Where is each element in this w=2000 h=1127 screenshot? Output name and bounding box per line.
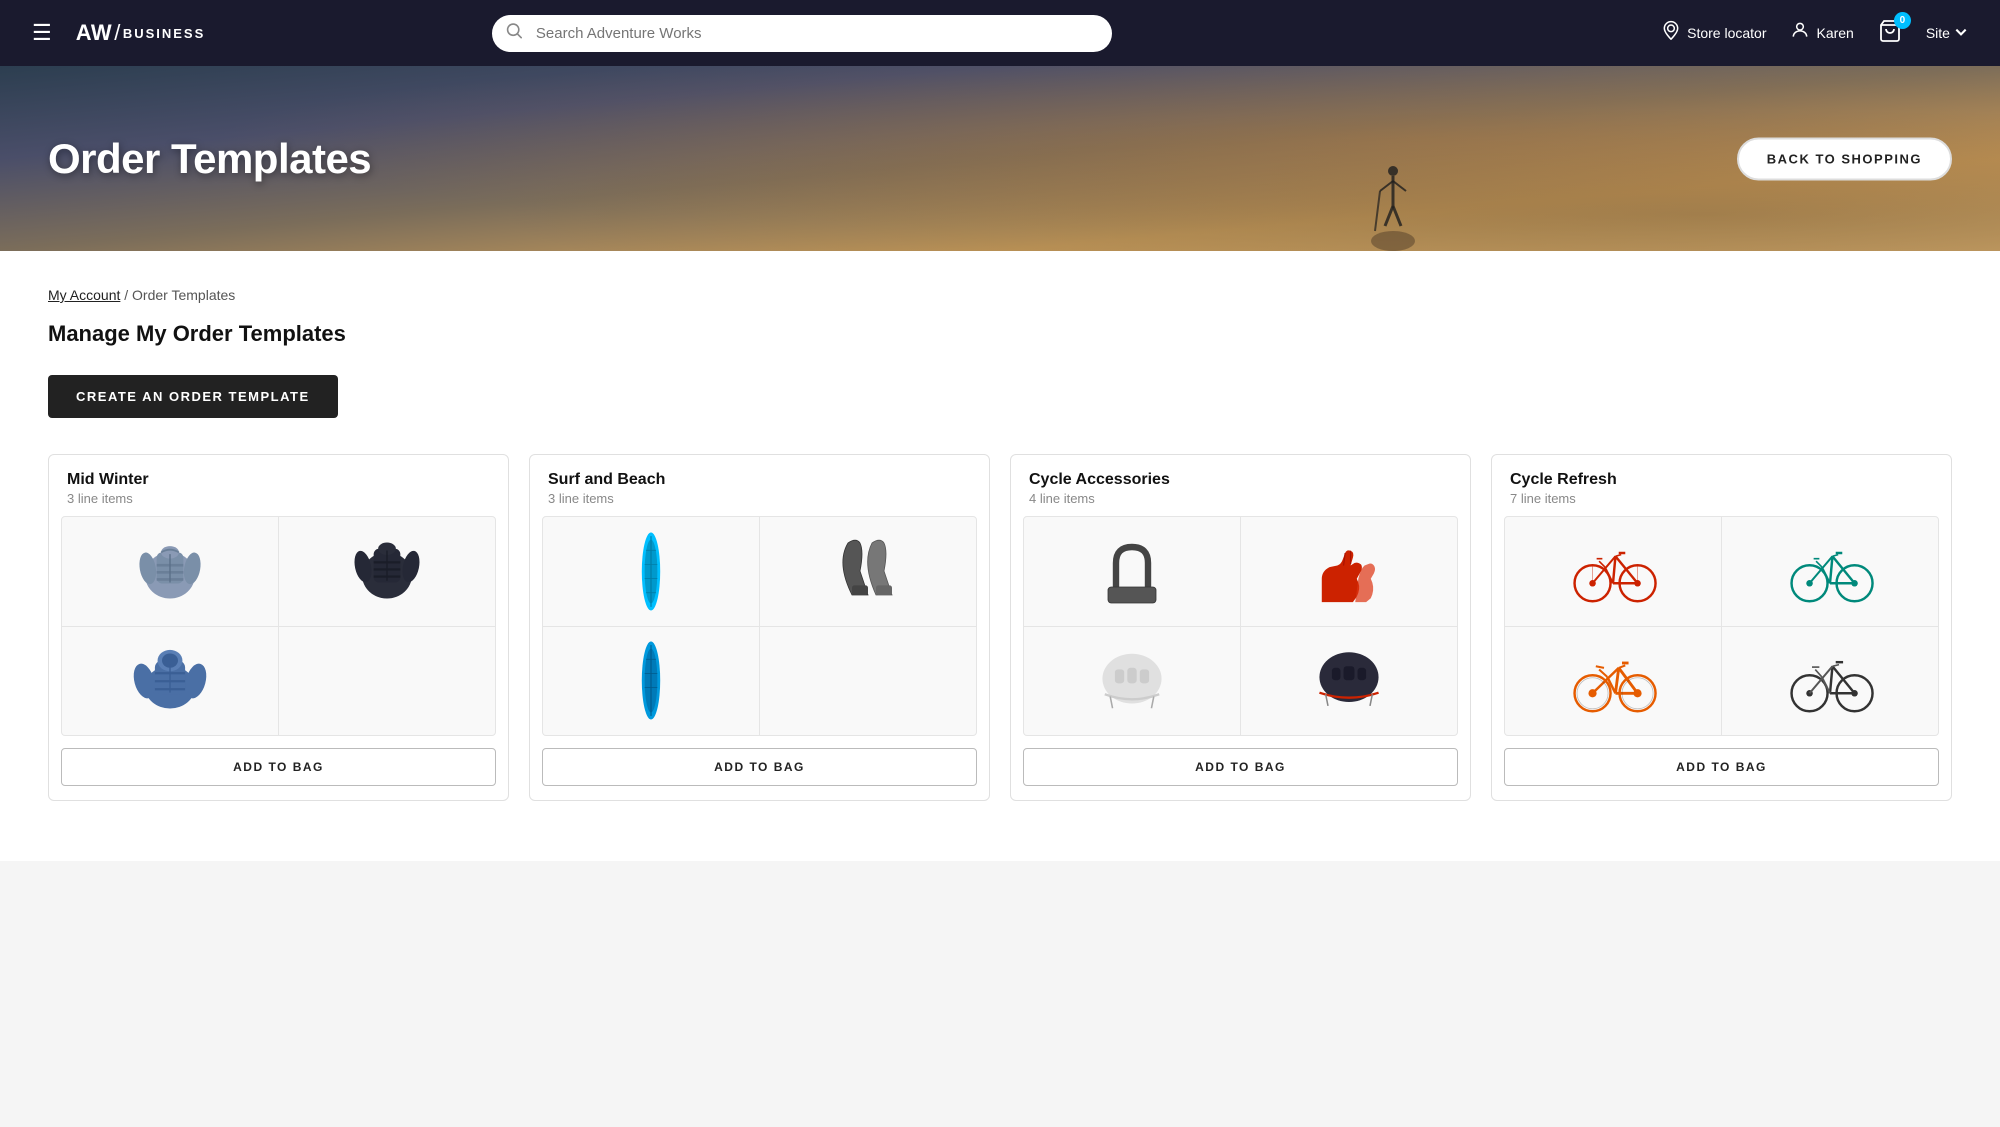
cart-wrapper[interactable]: 0 [1878,19,1902,48]
template-image-cell [62,517,278,626]
add-to-bag-button-cycle-refresh[interactable]: ADD TO BAG [1504,748,1939,786]
add-to-bag-button-cycle-accessories[interactable]: ADD TO BAG [1023,748,1458,786]
template-subtitle-mid-winter: 3 line items [67,491,490,506]
template-image-cell [760,517,976,626]
template-image-cell [1241,627,1457,736]
template-image-cell [279,517,495,626]
product-image-bike-orange [1568,646,1658,716]
template-card-cycle-accessories: Cycle Accessories 4 line items [1010,454,1471,801]
site-header: ☰ AW / BUSINESS Store locator [0,0,2000,66]
breadcrumb-current: Order Templates [132,287,235,303]
location-icon [1661,20,1681,46]
template-image-cell [1241,517,1457,626]
template-card-header-surf-and-beach: Surf and Beach 3 line items [530,455,989,516]
template-image-cell-empty [279,627,495,736]
template-subtitle-cycle-refresh: 7 line items [1510,491,1933,506]
template-image-cell-empty [760,627,976,736]
product-image-surfboard-2 [626,638,676,723]
template-image-cell [1024,627,1240,736]
product-image-bike-teal [1785,536,1875,606]
logo-business-text: BUSINESS [123,26,205,41]
back-to-shopping-button[interactable]: BACK TO SHOPPING [1737,137,1952,180]
template-image-cell [1505,627,1721,736]
template-card-header-mid-winter: Mid Winter 3 line items [49,455,508,516]
template-image-cell [543,517,759,626]
logo-aw-text: AW [76,20,112,46]
hero-banner: Order Templates BACK TO SHOPPING [0,66,2000,251]
product-image-jacket-blue [130,641,210,721]
template-image-cell [1722,627,1938,736]
templates-grid: Mid Winter 3 line items [48,454,1952,801]
template-image-cell [62,627,278,736]
hero-title: Order Templates [0,135,371,183]
section-title: Manage My Order Templates [48,321,1952,347]
hero-silhouette [1365,141,1420,251]
breadcrumb: My Account / Order Templates [48,287,1952,303]
template-title-surf-and-beach: Surf and Beach [548,471,971,489]
template-subtitle-surf-and-beach: 3 line items [548,491,971,506]
template-card-surf-and-beach: Surf and Beach 3 line items [529,454,990,801]
template-images-cycle-accessories [1023,516,1458,736]
user-account-link[interactable]: Karen [1790,20,1853,46]
search-bar-container [492,15,1112,52]
template-image-cell [1722,517,1938,626]
header-actions: Store locator Karen 0 Site [1661,19,1968,48]
template-image-cell [1024,517,1240,626]
product-image-jacket-dark [347,531,427,611]
site-dropdown[interactable]: Site [1926,25,1968,42]
breadcrumb-separator: / [124,287,132,303]
product-image-ulock [1092,531,1172,611]
search-input[interactable] [492,15,1112,52]
product-image-bike-black [1785,646,1875,716]
template-title-mid-winter: Mid Winter [67,471,490,489]
product-image-bike-red [1568,536,1658,606]
product-image-helmet-dark [1309,646,1389,716]
breadcrumb-my-account[interactable]: My Account [48,287,120,303]
user-name-label: Karen [1816,25,1853,41]
store-locator-label: Store locator [1687,25,1766,41]
user-icon [1790,20,1810,46]
add-to-bag-button-mid-winter[interactable]: ADD TO BAG [61,748,496,786]
template-image-cell [1505,517,1721,626]
product-image-helmet-white [1092,646,1172,716]
product-image-jacket-gray [130,531,210,611]
template-images-mid-winter [61,516,496,736]
cart-badge: 0 [1894,12,1911,29]
template-card-cycle-refresh: Cycle Refresh 7 line items [1491,454,1952,801]
template-images-cycle-refresh [1504,516,1939,736]
store-locator-link[interactable]: Store locator [1661,20,1766,46]
template-card-header-cycle-refresh: Cycle Refresh 7 line items [1492,455,1951,516]
chevron-down-icon [1954,25,1968,42]
template-card-header-cycle-accessories: Cycle Accessories 4 line items [1011,455,1470,516]
product-image-swim-fins [828,531,908,611]
main-content: My Account / Order Templates Manage My O… [0,251,2000,861]
product-image-surfboard [626,529,676,614]
template-image-cell [543,627,759,736]
create-order-template-button[interactable]: CREATE AN ORDER TEMPLATE [48,375,338,418]
template-title-cycle-accessories: Cycle Accessories [1029,471,1452,489]
template-title-cycle-refresh: Cycle Refresh [1510,471,1933,489]
site-label: Site [1926,25,1950,41]
product-image-gloves [1309,536,1389,606]
add-to-bag-button-surf-and-beach[interactable]: ADD TO BAG [542,748,977,786]
hamburger-menu[interactable]: ☰ [32,20,52,46]
site-logo[interactable]: AW / BUSINESS [76,20,206,46]
template-card-mid-winter: Mid Winter 3 line items [48,454,509,801]
template-images-surf-and-beach [542,516,977,736]
template-subtitle-cycle-accessories: 4 line items [1029,491,1452,506]
logo-slash: / [114,20,121,46]
